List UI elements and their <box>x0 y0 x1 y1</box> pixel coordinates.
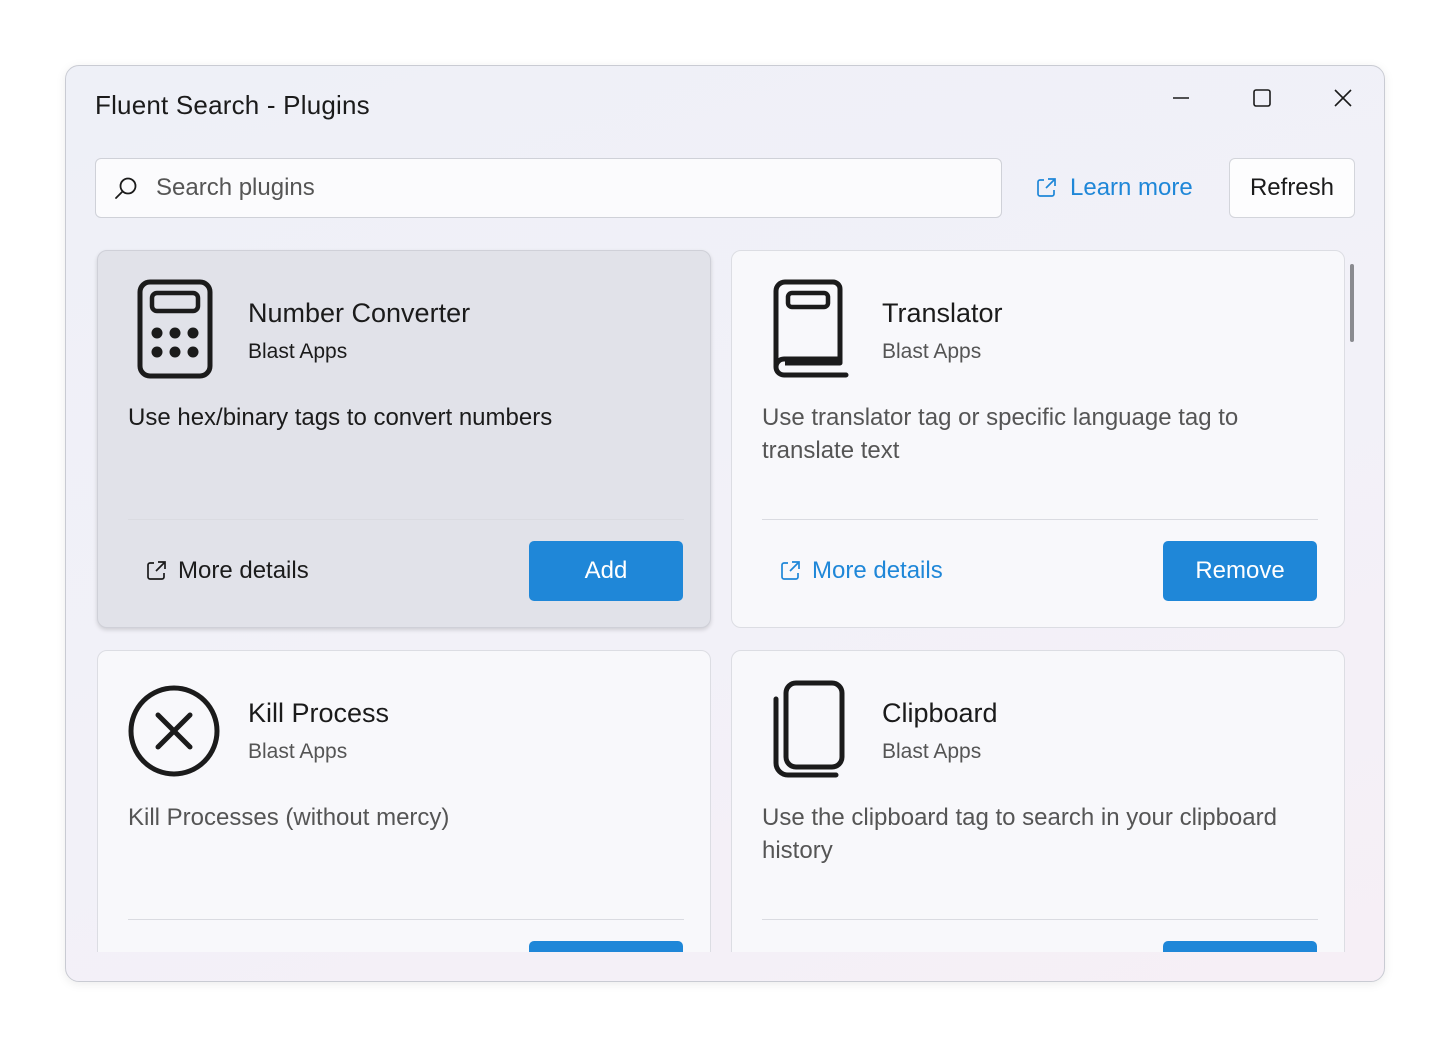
plugin-card-translator[interactable]: Translator Blast Apps Use translator tag… <box>731 250 1345 628</box>
learn-more-link[interactable]: Learn more <box>1034 170 1193 206</box>
external-link-icon <box>147 561 166 580</box>
search-icon <box>115 177 137 199</box>
external-link-icon <box>781 561 800 580</box>
add-button[interactable]: Add <box>529 541 683 601</box>
plugins-window: Fluent Search - Plugins Learn more Refre… <box>65 65 1385 982</box>
plugin-author: Blast Apps <box>248 340 348 363</box>
minimize-button[interactable] <box>1149 76 1213 120</box>
card-divider <box>128 919 684 920</box>
clipboard-icon <box>773 680 845 778</box>
plugin-description: Kill Processes (without mercy) <box>128 804 450 831</box>
card-divider <box>128 519 684 520</box>
card-divider <box>762 919 1318 920</box>
close-button[interactable] <box>1311 76 1375 120</box>
plugin-description: Use hex/binary tags to convert numbers <box>128 404 553 431</box>
plugin-author: Blast Apps <box>882 740 982 763</box>
minimize-icon <box>1173 97 1189 99</box>
book-icon <box>773 279 849 378</box>
scrollbar-thumb[interactable] <box>1350 264 1354 342</box>
external-link-icon <box>1037 178 1056 197</box>
search-input[interactable] <box>156 159 976 217</box>
close-icon <box>1334 89 1352 107</box>
plugin-card-kill-process[interactable]: Kill Process Blast Apps Kill Processes (… <box>97 650 711 952</box>
more-details-link[interactable]: More details <box>778 557 943 585</box>
learn-more-label: Learn more <box>1070 174 1193 201</box>
maximize-icon <box>1253 89 1271 107</box>
more-details-label: More details <box>178 557 309 584</box>
more-details-label: More details <box>812 557 943 584</box>
plugin-author: Blast Apps <box>248 740 348 763</box>
plugin-description: Use translator tag or specific language … <box>762 404 1239 464</box>
remove-button[interactable]: Remove <box>1163 541 1317 601</box>
maximize-button[interactable] <box>1230 76 1294 120</box>
plugin-action-button[interactable] <box>1163 941 1317 952</box>
refresh-button[interactable]: Refresh <box>1229 158 1355 218</box>
close-circle-icon <box>128 685 220 777</box>
card-divider <box>762 519 1318 520</box>
plugin-card-clipboard[interactable]: Clipboard Blast Apps Use the clipboard t… <box>731 650 1345 952</box>
plugin-action-button[interactable] <box>529 941 683 952</box>
plugin-list: Number Converter Blast Apps Use hex/bina… <box>66 236 1384 952</box>
plugin-card-number-converter[interactable]: Number Converter Blast Apps Use hex/bina… <box>97 250 711 628</box>
calculator-icon <box>137 279 213 379</box>
more-details-link[interactable]: More details <box>144 557 309 585</box>
plugin-name: Translator <box>882 298 1003 328</box>
plugin-name: Clipboard <box>882 698 998 728</box>
search-box[interactable] <box>95 158 1002 218</box>
plugin-name: Number Converter <box>248 298 471 328</box>
plugin-description: Use the clipboard tag to search in your … <box>762 804 1277 864</box>
plugin-author: Blast Apps <box>882 340 982 363</box>
plugin-name: Kill Process <box>248 698 390 728</box>
window-title: Fluent Search - Plugins <box>95 90 370 120</box>
